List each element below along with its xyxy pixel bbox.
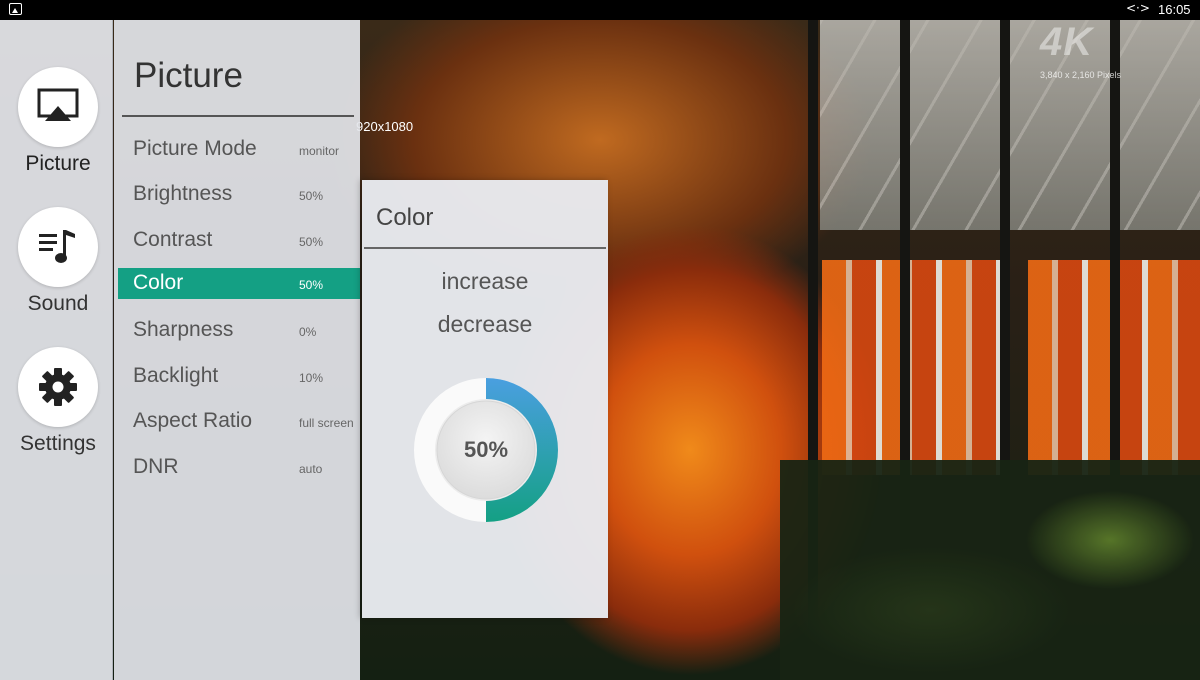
clock: 16:05 bbox=[1158, 2, 1191, 17]
decrease-button[interactable]: decrease bbox=[362, 311, 608, 338]
category-rail: Picture Sound Settings bbox=[0, 20, 113, 680]
menu-item-value: auto bbox=[299, 462, 323, 476]
menu-item-name: DNR bbox=[133, 455, 179, 478]
gallery-icon bbox=[9, 3, 22, 15]
menu-item-value: monitor bbox=[299, 144, 340, 158]
menu-item-picture-mode[interactable]: Picture Mode monitor bbox=[118, 134, 360, 165]
menu-item-value: 50% bbox=[299, 235, 324, 249]
menu-item-value: 0% bbox=[299, 325, 317, 339]
menu-item-name: Sharpness bbox=[133, 318, 234, 341]
menu-item-name: Contrast bbox=[133, 228, 213, 251]
menu-item-color[interactable]: Color 50% bbox=[118, 268, 360, 299]
menu-item-dnr[interactable]: DNR auto bbox=[118, 452, 360, 483]
panel-title: Picture bbox=[134, 56, 243, 95]
rail-item-sound[interactable]: Sound bbox=[0, 207, 113, 327]
menu-item-value: 50% bbox=[299, 189, 324, 203]
rail-item-label: Sound bbox=[27, 292, 89, 315]
rail-item-label: Picture bbox=[25, 152, 91, 175]
menu-item-name: Brightness bbox=[133, 182, 233, 205]
menu-item-name: Color bbox=[133, 271, 184, 294]
rail-circle bbox=[18, 347, 98, 427]
menu-item-value: 50% bbox=[299, 278, 324, 292]
panel-divider bbox=[122, 115, 354, 117]
popup-divider bbox=[364, 247, 606, 249]
gear-icon bbox=[39, 368, 77, 406]
increase-button[interactable]: increase bbox=[362, 268, 608, 295]
rail-item-picture[interactable]: Picture bbox=[0, 67, 113, 187]
nav-arrows-icon: <·> bbox=[1126, 1, 1150, 15]
rail-circle bbox=[18, 207, 98, 287]
color-level-dial[interactable]: 50% bbox=[413, 377, 559, 523]
menu-item-aspect-ratio[interactable]: Aspect Ratio full screen bbox=[118, 406, 360, 437]
color-adjust-popup: Color increase decrease 50% bbox=[362, 180, 608, 618]
dial-value: 50% bbox=[463, 437, 509, 462]
greenhouse-roof bbox=[820, 20, 1200, 230]
menu-item-name: Picture Mode bbox=[133, 137, 257, 160]
picture-menu-panel: Picture Picture Mode monitor Brightness … bbox=[114, 20, 360, 680]
menu-item-value: 10% bbox=[299, 371, 324, 385]
pixels-caption: 3,840 x 2,160 Pixels bbox=[1040, 70, 1122, 80]
plants bbox=[780, 460, 1200, 680]
menu-item-contrast[interactable]: Contrast 50% bbox=[118, 225, 360, 256]
menu-item-brightness[interactable]: Brightness 50% bbox=[118, 179, 360, 210]
resolution-overlay: 920x1080 bbox=[356, 119, 414, 134]
menu-item-name: Backlight bbox=[133, 364, 219, 387]
menu-item-name: Aspect Ratio bbox=[133, 409, 253, 432]
rail-circle bbox=[18, 67, 98, 147]
menu-item-sharpness[interactable]: Sharpness 0% bbox=[118, 315, 360, 346]
rail-item-label: Settings bbox=[20, 432, 96, 455]
rail-item-settings[interactable]: Settings bbox=[0, 347, 113, 467]
popup-title: Color bbox=[376, 204, 434, 231]
4k-logo: 4K bbox=[1040, 20, 1094, 64]
airplay-screen-icon bbox=[37, 88, 79, 121]
stained-glass-panel bbox=[822, 260, 1002, 475]
menu-item-value: full screen bbox=[299, 416, 354, 430]
status-bar: <·> 16:05 bbox=[0, 0, 1200, 20]
menu-item-backlight[interactable]: Backlight 10% bbox=[118, 361, 360, 392]
music-list-icon bbox=[39, 230, 75, 263]
